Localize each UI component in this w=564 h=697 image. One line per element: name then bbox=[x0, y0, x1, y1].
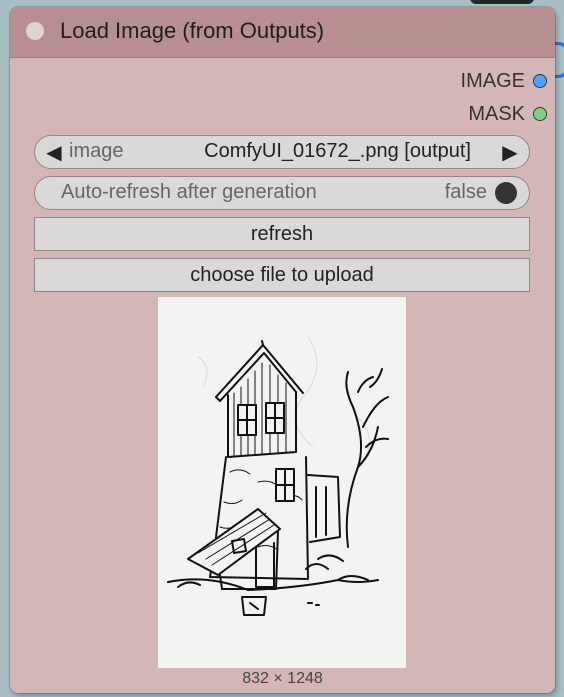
output-dot-image-icon[interactable] bbox=[533, 74, 547, 88]
prev-arrow-icon[interactable]: ◀ bbox=[43, 140, 65, 165]
auto-refresh-toggle[interactable]: Auto-refresh after generation false bbox=[34, 176, 530, 210]
adjacent-node-edge bbox=[470, 0, 534, 4]
sketch-house-image bbox=[158, 297, 406, 668]
refresh-button[interactable]: refresh bbox=[34, 217, 530, 251]
output-label-image: IMAGE bbox=[460, 69, 525, 92]
image-preview bbox=[158, 297, 406, 668]
upload-button[interactable]: choose file to upload bbox=[34, 258, 530, 292]
toggle-name-label: Auto-refresh after generation bbox=[61, 181, 317, 203]
combo-value[interactable]: ComfyUI_01672_.png [output] bbox=[204, 140, 471, 163]
output-dot-mask-icon[interactable] bbox=[533, 107, 547, 121]
collapse-toggle-icon[interactable] bbox=[26, 22, 44, 40]
combo-name-label: image bbox=[69, 140, 124, 162]
next-arrow-icon[interactable]: ▶ bbox=[499, 140, 521, 165]
image-dimensions-label: 832 × 1248 bbox=[242, 670, 323, 687]
node-title-bar[interactable]: Load Image (from Outputs) bbox=[10, 7, 555, 58]
image-combo-widget[interactable]: ◀ image ComfyUI_01672_.png [output] ▶ bbox=[34, 135, 530, 169]
load-image-node[interactable]: Load Image (from Outputs) IMAGE MASK ◀ i… bbox=[10, 7, 555, 693]
output-slot-mask[interactable]: MASK bbox=[468, 102, 547, 126]
toggle-value: false bbox=[444, 181, 487, 203]
toggle-knob-icon[interactable] bbox=[495, 182, 517, 204]
node-title: Load Image (from Outputs) bbox=[60, 18, 325, 43]
output-slot-image[interactable]: IMAGE bbox=[461, 69, 547, 93]
output-label-mask: MASK bbox=[468, 102, 525, 125]
